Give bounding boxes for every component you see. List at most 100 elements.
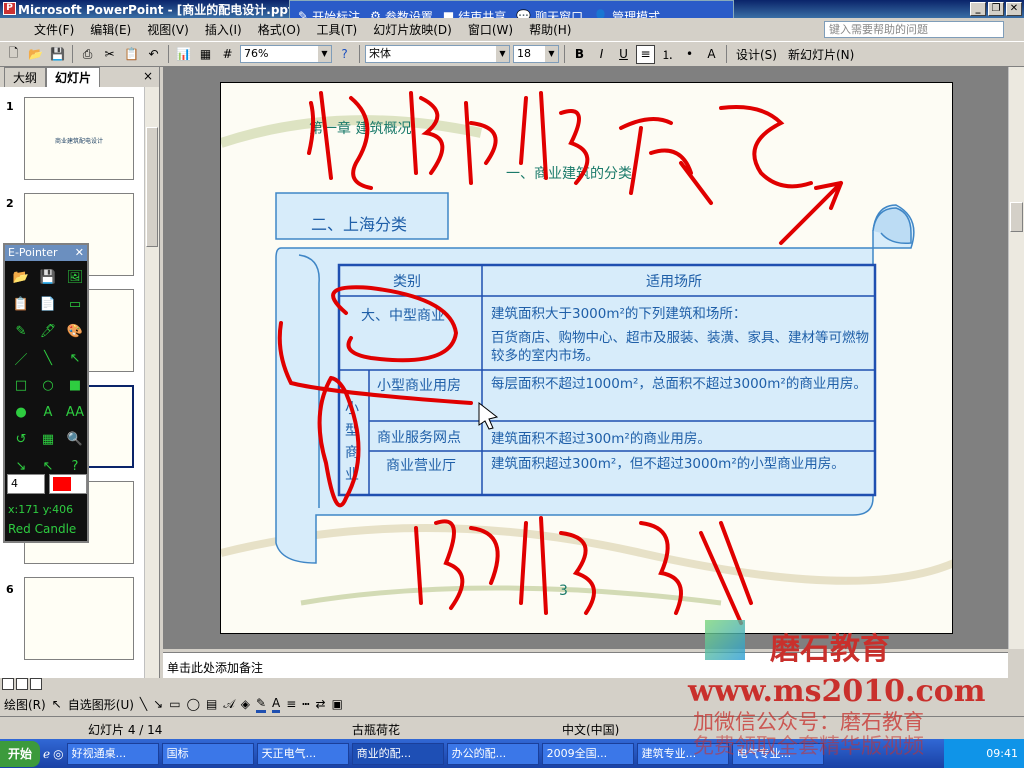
font-color-icon[interactable]: A: [272, 696, 281, 713]
restore-button[interactable]: ❐: [988, 2, 1004, 16]
start-button[interactable]: 开始: [0, 740, 41, 767]
color-swatch: [53, 477, 71, 491]
menu-slideshow[interactable]: 幻灯片放映(D): [365, 21, 460, 38]
menu-window[interactable]: 窗口(W): [460, 21, 521, 38]
new-slide-button[interactable]: 新幻灯片(N): [784, 46, 858, 63]
rectangle-icon[interactable]: □: [8, 372, 34, 398]
slide-thumbnail-6[interactable]: [24, 577, 134, 660]
bold-button[interactable]: B: [570, 45, 589, 64]
sorter-view-button[interactable]: [16, 678, 28, 690]
select-pointer-icon[interactable]: ↖: [52, 697, 62, 711]
taskbar-item[interactable]: 2009全国...: [541, 742, 634, 765]
paste-icon[interactable]: 📄: [35, 291, 61, 317]
highlighter-icon[interactable]: ／: [8, 345, 34, 371]
screen-icon[interactable]: ▦: [35, 426, 61, 452]
color-select[interactable]: [49, 474, 87, 494]
menu-tools[interactable]: 工具(T): [309, 21, 366, 38]
line-tool-icon[interactable]: ╲: [140, 697, 147, 711]
fill-icon[interactable]: 🎨: [62, 318, 88, 344]
shadow-icon[interactable]: ▣: [332, 697, 343, 711]
close-button[interactable]: ✕: [1006, 2, 1022, 16]
arrow-icon[interactable]: ↖: [62, 345, 88, 371]
numbered-list-icon[interactable]: ⒈: [658, 45, 677, 64]
menu-view[interactable]: 视图(V): [139, 21, 197, 38]
underline-button[interactable]: U: [614, 45, 633, 64]
select-rect-icon[interactable]: ▭: [62, 291, 88, 317]
wordart-icon[interactable]: 𝒜: [223, 697, 234, 712]
close-icon[interactable]: ✕: [75, 245, 84, 261]
increase-font-icon[interactable]: A: [702, 45, 721, 64]
zoom-icon[interactable]: 🔍: [62, 426, 88, 452]
undo-icon[interactable]: ↺: [8, 426, 34, 452]
oval-tool-icon[interactable]: ◯: [187, 697, 200, 711]
undo-icon[interactable]: ↶: [144, 45, 163, 64]
new-file-icon[interactable]: 🗋: [4, 45, 23, 64]
textbox-icon[interactable]: ▤: [206, 697, 217, 711]
print-icon[interactable]: ⎙: [78, 45, 97, 64]
dash-style-icon[interactable]: ┅: [302, 697, 309, 711]
chevron-down-icon: ▼: [496, 46, 509, 62]
taskbar-item[interactable]: 天正电气...: [256, 742, 349, 765]
line-icon[interactable]: ╲: [35, 345, 61, 371]
slide-thumbnail-1[interactable]: 商业建筑配电设计: [24, 97, 134, 180]
insert-table-icon[interactable]: ▦: [196, 45, 215, 64]
save-icon[interactable]: 💾: [48, 45, 67, 64]
thumb-number: 2: [6, 197, 14, 210]
tab-slides[interactable]: 幻灯片: [46, 67, 101, 87]
quick-launch-icon[interactable]: ◎: [53, 747, 63, 761]
menu-format[interactable]: 格式(O): [250, 21, 309, 38]
pen-icon[interactable]: 🖊: [35, 318, 61, 344]
help-search-input[interactable]: 键入需要帮助的问题: [824, 21, 1004, 38]
minimize-button[interactable]: _: [970, 2, 986, 16]
tab-outline[interactable]: 大纲: [4, 67, 47, 87]
fill-color-icon[interactable]: ◈: [241, 697, 250, 711]
line-style-icon[interactable]: ≡: [286, 697, 296, 711]
font-size-select[interactable]: 18 ▼: [513, 45, 559, 63]
align-left-icon[interactable]: ≡: [636, 44, 655, 64]
open-icon[interactable]: 📂: [8, 264, 34, 290]
open-folder-icon[interactable]: 📂: [26, 45, 45, 64]
filled-rect-icon[interactable]: ■: [62, 372, 88, 398]
design-button[interactable]: 设计(S): [732, 46, 781, 63]
menu-insert[interactable]: 插入(I): [197, 21, 250, 38]
arrow-style-icon[interactable]: ⇄: [316, 697, 326, 711]
normal-view-button[interactable]: [2, 678, 14, 690]
text-icon[interactable]: A: [35, 399, 61, 425]
ie-icon[interactable]: ℯ: [43, 747, 50, 761]
e-pointer-title[interactable]: E-Pointer ✕: [5, 245, 87, 261]
close-pane-icon[interactable]: ×: [143, 69, 153, 83]
rectangle-tool-icon[interactable]: ▭: [169, 697, 180, 711]
cut-icon[interactable]: ✂: [100, 45, 119, 64]
bullet-list-icon[interactable]: •: [680, 45, 699, 64]
insert-chart-icon[interactable]: 📊: [174, 45, 193, 64]
taskbar-item[interactable]: 商业的配...: [351, 742, 444, 765]
taskbar-item[interactable]: 国标: [161, 742, 254, 765]
thumbnail-scrollbar[interactable]: [144, 87, 159, 678]
image-icon[interactable]: 🖼: [62, 264, 88, 290]
menu-edit[interactable]: 编辑(E): [82, 21, 139, 38]
paste-icon[interactable]: 📋: [122, 45, 141, 64]
menu-file[interactable]: 文件(F): [26, 21, 82, 38]
menu-help[interactable]: 帮助(H): [521, 21, 579, 38]
ellipse-icon[interactable]: ○: [35, 372, 61, 398]
slide-canvas[interactable]: 第一章 建筑概况 一、商业建筑的分类 二、上海分类 类别 适用场所 大、中型商业…: [220, 82, 953, 634]
text-size-icon[interactable]: AA: [62, 399, 88, 425]
eraser-icon[interactable]: ✎: [8, 318, 34, 344]
help-icon[interactable]: ?: [335, 45, 354, 64]
line-color-icon[interactable]: ✎: [255, 696, 266, 713]
filled-ellipse-icon[interactable]: ●: [8, 399, 34, 425]
grid-icon[interactable]: #: [218, 45, 237, 64]
taskbar-item[interactable]: 办公的配...: [446, 742, 539, 765]
font-family-select[interactable]: 宋体 ▼: [365, 45, 510, 63]
slide-scrollbar[interactable]: [1008, 67, 1024, 649]
autoshape-menu[interactable]: 自选图形(U): [68, 696, 134, 713]
draw-menu[interactable]: 绘图(R): [4, 696, 46, 713]
save-icon[interactable]: 💾: [35, 264, 61, 290]
zoom-select[interactable]: 76% ▼: [240, 45, 332, 63]
taskbar-item[interactable]: 好视通桌...: [66, 742, 159, 765]
line-width-select[interactable]: 4: [7, 474, 45, 494]
slideshow-view-button[interactable]: [30, 678, 42, 690]
italic-button[interactable]: I: [592, 45, 611, 64]
copy-icon[interactable]: 📋: [8, 291, 34, 317]
arrow-tool-icon[interactable]: ↘: [153, 697, 163, 711]
